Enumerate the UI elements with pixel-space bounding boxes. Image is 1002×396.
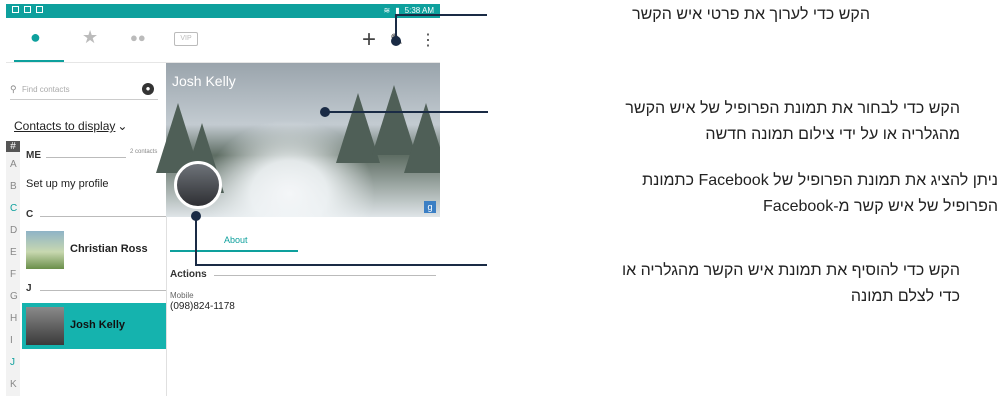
profile-photo[interactable]: [174, 161, 222, 209]
contact-name-header: Josh Kelly: [172, 73, 236, 89]
annotation-facebook-line1: ניתן להציג את תמונת הפרופיל של Facebook …: [642, 172, 998, 189]
status-bar: ≋ ▮ 5:38 AM: [6, 4, 440, 18]
contacts-list-panel: ⚲ Find contacts ● Contacts to display ⌄ #…: [6, 63, 167, 396]
wifi-icon: ≋: [383, 6, 391, 15]
section-header-me: ME: [26, 150, 41, 161]
search-icon: ⚲: [10, 84, 17, 94]
image-icon: [36, 6, 43, 13]
divider: [40, 290, 166, 291]
add-contact-button[interactable]: +: [362, 26, 376, 54]
divider: [46, 157, 126, 158]
toolbar: ● ★ ●● VIP + ✎ ⋮: [6, 18, 440, 63]
avatar: [26, 231, 64, 269]
callout-line: [195, 215, 197, 266]
search-placeholder: Find contacts: [22, 85, 70, 94]
callout-line: [324, 111, 488, 113]
mobile-label: Mobile: [170, 291, 194, 300]
cloud-icon: [24, 6, 31, 13]
contact-row-christian-ross[interactable]: Christian Ross: [22, 227, 166, 273]
callout-line: [395, 14, 397, 38]
more-vertical-icon[interactable]: ⋮: [420, 30, 436, 50]
section-header-c: C: [26, 209, 34, 220]
tab-indicator: [14, 60, 64, 62]
annotation-cover-line1: הקש כדי לבחור את תמונת הפרופיל של איש הק…: [625, 100, 960, 117]
callout-line: [195, 264, 487, 266]
contacts-count: 2 contacts: [130, 149, 158, 155]
annotation-photo-line2: כדי לצלם תמונה: [850, 288, 960, 305]
tab-about[interactable]: About: [224, 235, 248, 245]
divider: [214, 275, 436, 276]
section-header-j: J: [26, 283, 32, 294]
tablet-screen: ≋ ▮ 5:38 AM ● ★ ●● VIP + ✎ ⋮ ⚲ Find cont…: [6, 4, 440, 396]
avatar: [26, 307, 64, 345]
star-icon[interactable]: ★: [82, 27, 98, 48]
setup-profile-link[interactable]: Set up my profile: [26, 178, 109, 190]
mobile-number[interactable]: (098)824-1178: [170, 301, 235, 312]
actions-header: Actions: [170, 269, 207, 280]
tree-shape: [404, 103, 440, 173]
contact-name: Christian Ross: [70, 243, 148, 255]
contacts-to-display-dropdown[interactable]: Contacts to display ⌄: [14, 119, 127, 133]
tab-indicator: [170, 250, 298, 252]
contact-row-josh-kelly[interactable]: Josh Kelly: [22, 303, 166, 349]
annotation-photo-line1: הקש כדי להוסיף את תמונת איש הקשר מהגלריה…: [621, 262, 960, 279]
person-icon[interactable]: ●: [30, 27, 41, 48]
notification-icon: [12, 6, 19, 13]
mic-icon[interactable]: ●: [142, 83, 154, 95]
group-icon[interactable]: ●●: [130, 30, 146, 45]
chevron-down-icon: ⌄: [117, 119, 128, 133]
callout-line: [395, 14, 487, 16]
annotation-facebook-line2: הפרופיל של איש קשר מ-Facebook: [762, 198, 998, 215]
divider: [40, 216, 166, 217]
search-input[interactable]: ⚲ Find contacts ●: [10, 81, 158, 100]
alphabet-index[interactable]: # A B C D E F G H I J K: [6, 141, 20, 396]
google-plus-icon: g: [424, 201, 436, 213]
tab-vip[interactable]: VIP: [174, 32, 198, 46]
contact-name: Josh Kelly: [70, 319, 126, 331]
annotation-edit: הקש כדי לערוך את פרטי איש הקשר: [632, 6, 870, 23]
annotation-cover-line2: מהגלריה או על ידי צילום תמונה חדשה: [705, 126, 960, 143]
